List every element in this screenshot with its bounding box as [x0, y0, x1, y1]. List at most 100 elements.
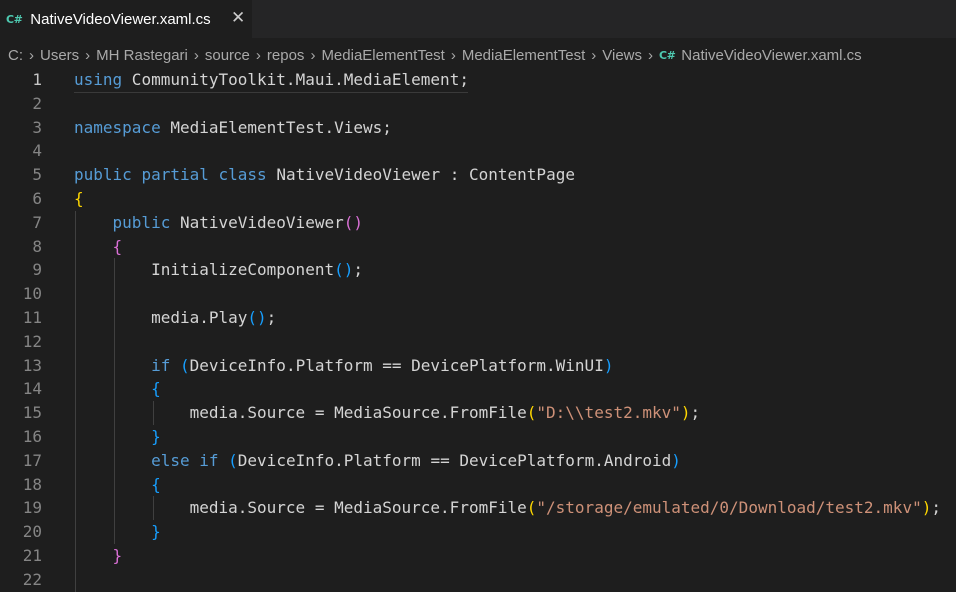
code-token: ; — [931, 498, 941, 518]
code-token: ) — [921, 498, 932, 518]
breadcrumb-item[interactable]: MH Rastegari — [96, 47, 188, 64]
chevron-right-icon: › — [310, 46, 316, 64]
chevron-right-icon: › — [255, 46, 261, 64]
code-token: public — [112, 212, 171, 232]
breadcrumb-item[interactable]: C: — [8, 47, 23, 64]
tab-bar: C# NativeVideoViewer.xaml.cs ✕ — [0, 0, 956, 38]
line-number: 3 — [32, 117, 42, 137]
line-number: 4 — [32, 141, 42, 161]
line-number: 10 — [22, 284, 42, 304]
line-number: 17 — [22, 450, 42, 470]
line-number: 22 — [22, 569, 42, 589]
code-token: ( — [526, 498, 537, 518]
code-token: if — [199, 450, 219, 470]
code-line[interactable]: 2 — [0, 92, 956, 116]
breadcrumb-file[interactable]: NativeVideoViewer.xaml.cs — [681, 47, 861, 64]
code-token: class — [218, 165, 267, 185]
code-line[interactable]: 4 — [0, 139, 956, 163]
code-token: media.Source = MediaSource.FromFile — [74, 403, 527, 423]
code-line[interactable]: 1 using CommunityToolkit.Maui.MediaElemen… — [0, 68, 956, 92]
code-token: ) — [603, 355, 614, 375]
line-number: 1 — [32, 70, 42, 89]
code-line[interactable]: 7 public NativeVideoViewer() — [0, 211, 956, 235]
code-line[interactable]: 15 media.Source = MediaSource.FromFile("… — [0, 401, 956, 425]
breadcrumb-item[interactable]: MediaElementTest — [462, 47, 585, 64]
code-line[interactable]: 21 } — [0, 544, 956, 568]
code-text: } — [74, 520, 161, 544]
code-token: if — [151, 355, 171, 375]
line-number: 16 — [22, 427, 42, 446]
code-text: public partial class NativeVideoViewer :… — [74, 163, 575, 187]
code-token: partial — [141, 165, 209, 185]
code-text: } — [74, 425, 161, 449]
code-text: if (DeviceInfo.Platform == DevicePlatfor… — [74, 354, 613, 378]
breadcrumb-item[interactable]: source — [205, 47, 250, 64]
code-token: media.Source = MediaSource.FromFile — [74, 498, 527, 518]
code-token: InitializeComponent — [74, 260, 335, 280]
code-token: public — [74, 165, 132, 185]
code-text: { — [74, 473, 161, 497]
code-line[interactable]: 6{ — [0, 187, 956, 211]
indent-guide — [75, 210, 76, 592]
code-line[interactable]: 10 — [0, 282, 956, 306]
code-line[interactable]: 8 { — [0, 235, 956, 259]
code-token: { — [112, 236, 123, 256]
code-text: } — [74, 544, 123, 568]
breadcrumb-item[interactable]: Users — [40, 47, 79, 64]
code-text: else if (DeviceInfo.Platform == DevicePl… — [74, 449, 681, 473]
code-line[interactable]: 12 — [0, 330, 956, 354]
chevron-right-icon: › — [450, 46, 456, 64]
code-line[interactable]: 19 media.Source = MediaSource.FromFile("… — [0, 496, 956, 520]
code-token: namespace — [74, 117, 161, 137]
code-text: { — [74, 187, 84, 211]
code-line[interactable]: 22 — [0, 568, 956, 592]
code-text: media.Source = MediaSource.FromFile("/st… — [74, 496, 941, 520]
code-token: ContentPage — [469, 165, 575, 185]
close-icon[interactable]: ✕ — [231, 8, 245, 28]
code-line[interactable]: 20 } — [0, 520, 956, 544]
breadcrumb-item[interactable]: repos — [267, 47, 305, 64]
code-line[interactable]: 14 { — [0, 377, 956, 401]
code-line[interactable]: 18 { — [0, 473, 956, 497]
code-token: "/storage/emulated/0/Download/test2.mkv" — [536, 498, 922, 518]
breadcrumb-item[interactable]: MediaElementTest — [321, 47, 444, 64]
breadcrumb-item[interactable]: Views — [602, 47, 642, 64]
line-number: 14 — [22, 379, 42, 399]
code-token: : — [440, 165, 469, 185]
code-line[interactable]: 16 } — [0, 425, 956, 449]
code-line[interactable]: 9 InitializeComponent(); — [0, 258, 956, 282]
code-line[interactable]: 5 public partial class NativeVideoViewer … — [0, 163, 956, 187]
code-line[interactable]: 11 media.Play(); — [0, 306, 956, 330]
code-token: using — [74, 70, 123, 89]
code-token: () — [247, 308, 267, 327]
code-line[interactable]: 3 namespace MediaElementTest.Views; — [0, 116, 956, 140]
code-line[interactable]: 13 if (DeviceInfo.Platform == DevicePlat… — [0, 354, 956, 378]
chevron-right-icon: › — [648, 46, 653, 64]
code-text: namespace MediaElementTest.Views; — [74, 116, 392, 140]
code-token: } — [151, 427, 161, 446]
indent-guide — [114, 258, 115, 544]
code-line[interactable]: 17 else if (DeviceInfo.Platform == Devic… — [0, 449, 956, 473]
code-token: { — [151, 379, 161, 399]
code-token: MediaElementTest.Views; — [160, 117, 392, 137]
editor-tab[interactable]: C# NativeVideoViewer.xaml.cs ✕ — [0, 0, 252, 38]
code-token: CommunityToolkit.Maui.MediaElement; — [122, 70, 469, 89]
code-text: InitializeComponent(); — [74, 258, 363, 282]
code-token: { — [74, 189, 84, 208]
code-editor[interactable]: 1 using CommunityToolkit.Maui.MediaElemen… — [0, 68, 956, 592]
code-token: ) — [680, 403, 691, 423]
chevron-right-icon: › — [193, 46, 199, 64]
code-token: () — [343, 212, 363, 232]
code-text: using CommunityToolkit.Maui.MediaElement… — [74, 68, 469, 92]
indent-guide — [153, 496, 154, 521]
code-token: "D:\\test2.mkv" — [536, 403, 681, 423]
chevron-right-icon: › — [591, 46, 597, 64]
